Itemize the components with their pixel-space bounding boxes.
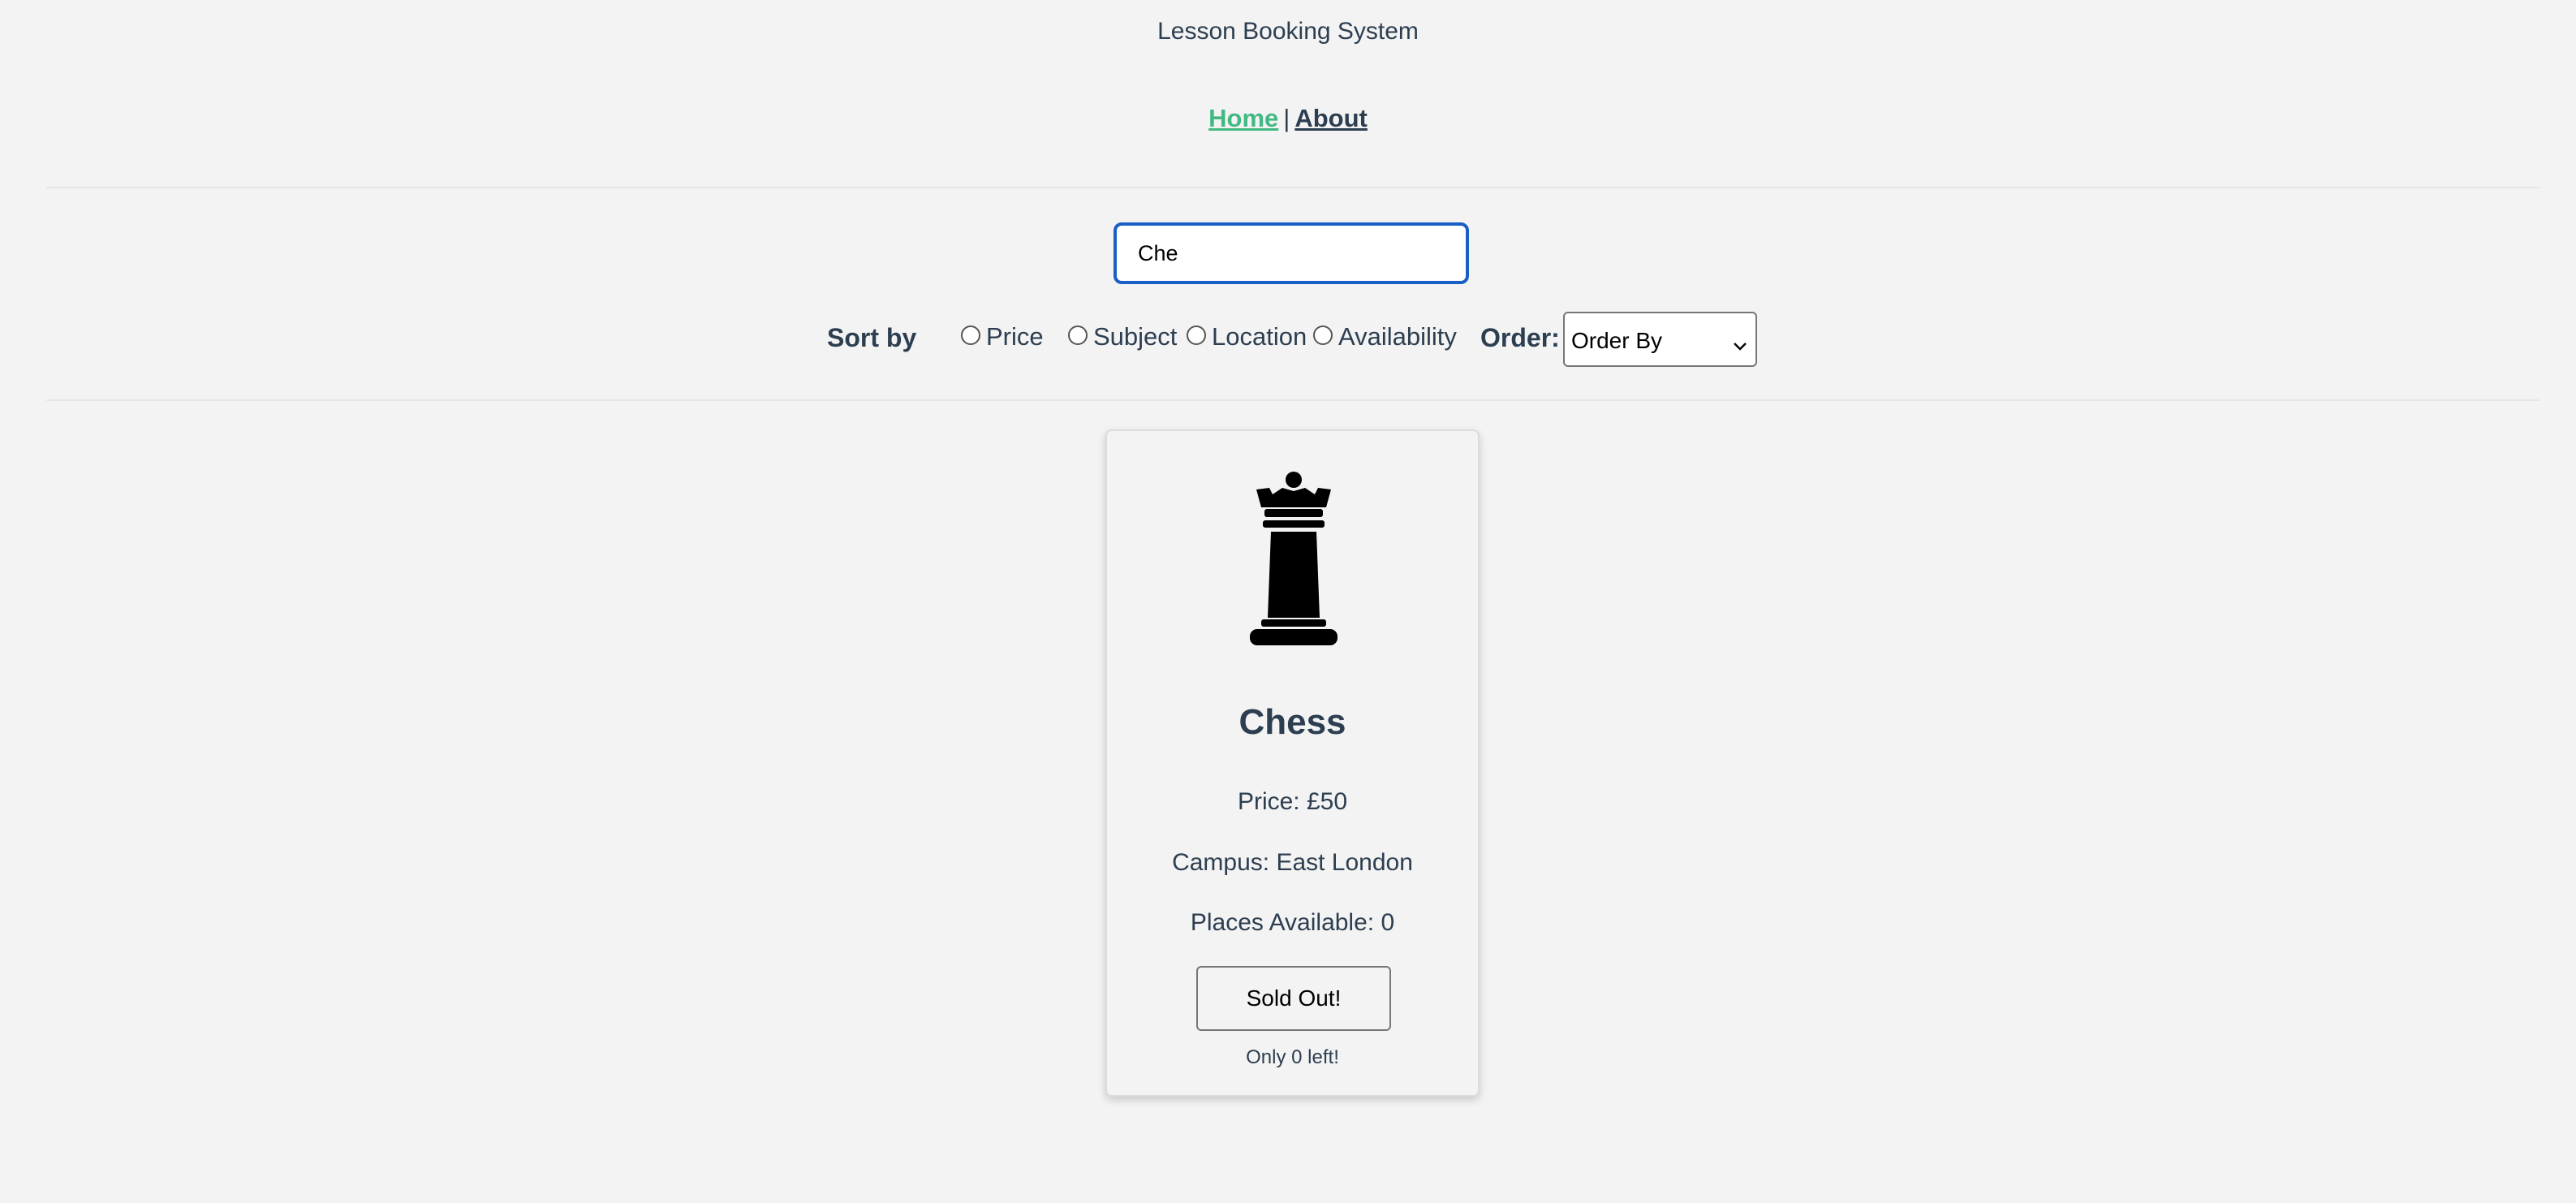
search-input[interactable] bbox=[1114, 222, 1469, 284]
sort-subject-radio[interactable] bbox=[1068, 326, 1088, 345]
divider bbox=[46, 187, 2539, 188]
sort-bar: Sort by Price Subject Location Availabil… bbox=[0, 312, 2576, 369]
lesson-places-available: Places Available: 0 bbox=[1190, 909, 1395, 936]
places-left-note: Only 0 left! bbox=[1246, 1046, 1339, 1068]
lesson-price: Price: £50 bbox=[1237, 788, 1348, 815]
nav-separator: | bbox=[1283, 104, 1290, 132]
sort-price-radio[interactable] bbox=[961, 326, 980, 345]
order-by-value: Order By bbox=[1571, 328, 1663, 353]
app-title: Lesson Booking System bbox=[1157, 18, 1419, 45]
divider bbox=[46, 399, 2539, 401]
sold-out-button[interactable]: Sold Out! bbox=[1196, 966, 1391, 1031]
sort-subject-label[interactable]: Subject bbox=[1093, 322, 1177, 351]
sort-location-radio[interactable] bbox=[1187, 326, 1206, 345]
chevron-down-icon bbox=[1733, 331, 1747, 357]
sort-by-label: Sort by bbox=[827, 323, 917, 352]
lesson-campus: Campus: East London bbox=[1172, 849, 1413, 876]
main-nav: Home | About bbox=[0, 104, 2576, 133]
order-by-select[interactable]: Order By bbox=[1563, 312, 1757, 367]
lesson-subject: Chess bbox=[1238, 702, 1346, 742]
chess-rook-icon bbox=[1245, 472, 1342, 647]
order-label: Order: bbox=[1480, 323, 1560, 352]
sort-availability-radio[interactable] bbox=[1313, 326, 1333, 345]
nav-home-link[interactable]: Home bbox=[1208, 104, 1278, 132]
sort-price-label[interactable]: Price bbox=[986, 322, 1044, 351]
lesson-card: Chess Price: £50 Campus: East London Pla… bbox=[1105, 429, 1480, 1097]
nav-about-link[interactable]: About bbox=[1294, 104, 1368, 132]
sort-location-label[interactable]: Location bbox=[1212, 322, 1307, 351]
sort-availability-label[interactable]: Availability bbox=[1338, 322, 1457, 351]
